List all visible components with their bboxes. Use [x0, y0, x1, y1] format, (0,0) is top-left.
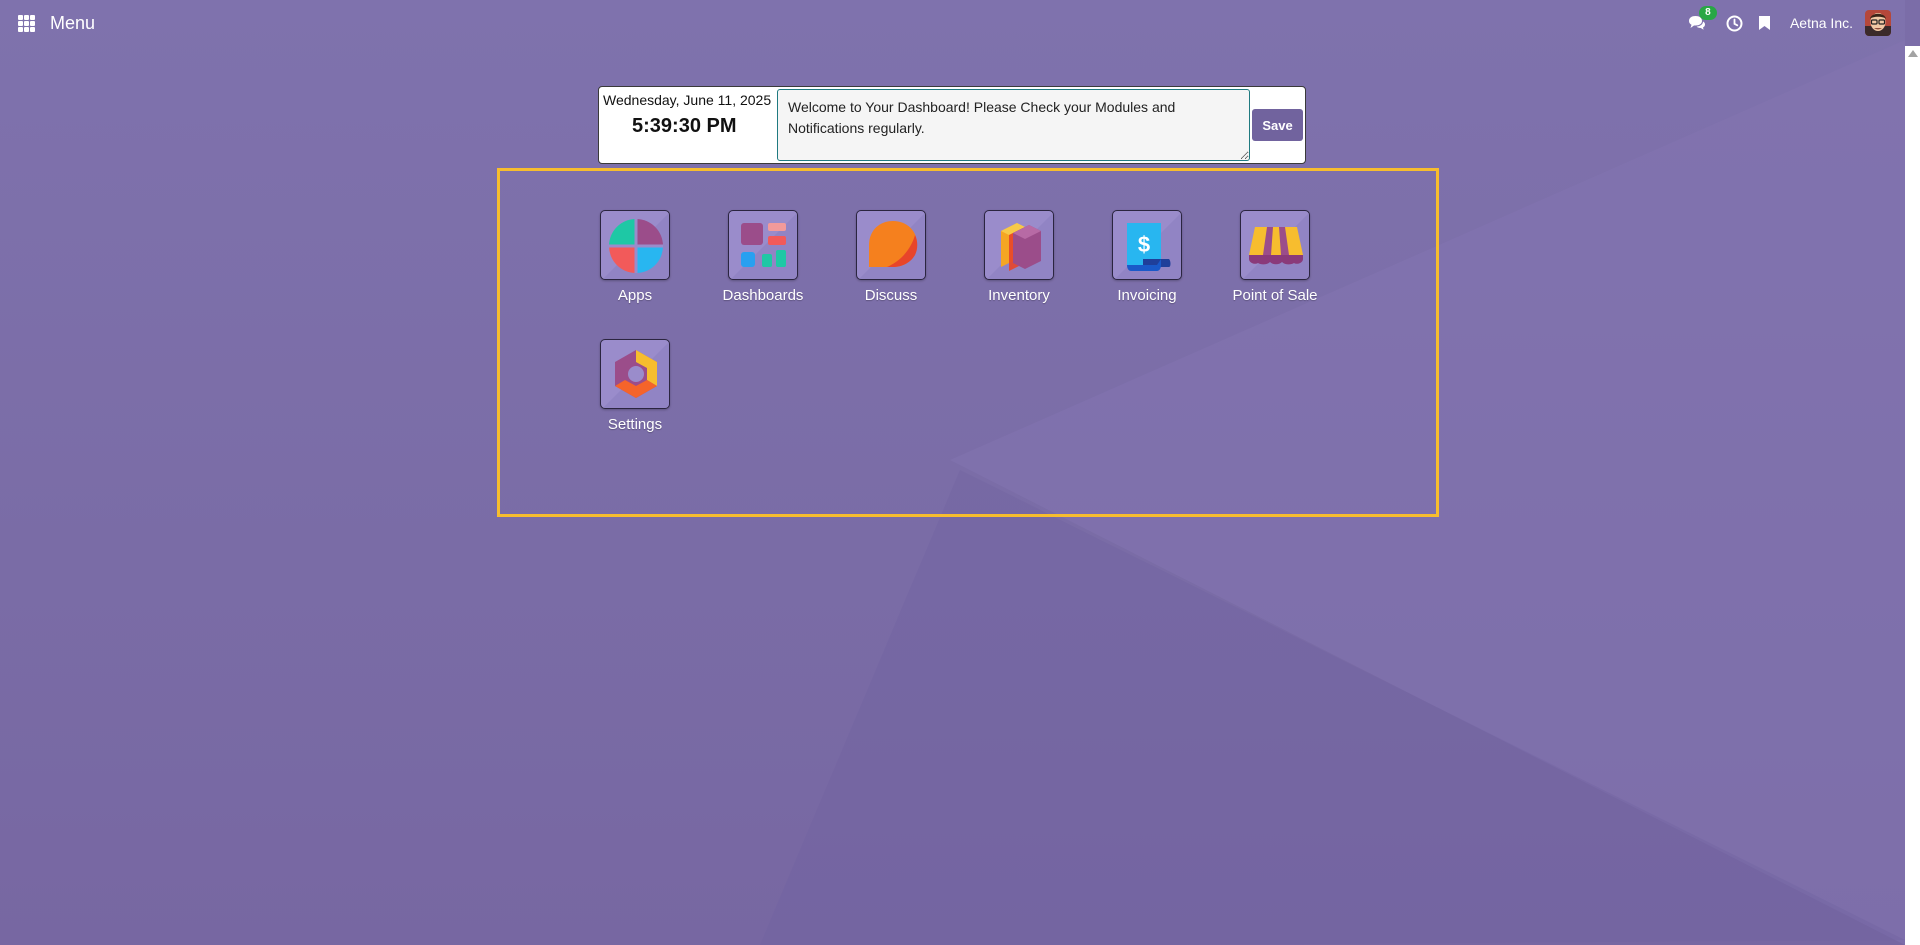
app-tile-dashboards[interactable]: Dashboards — [703, 210, 823, 320]
app-label: Settings — [607, 416, 663, 433]
message-count-badge: 8 — [1698, 6, 1717, 20]
menu-label: Menu — [50, 12, 96, 33]
navbar-systray: 8 Aetna Inc. — [1678, 0, 1891, 46]
app-tile-point-of-sale[interactable]: Point of Sale — [1215, 210, 1335, 320]
clock-icon — [1726, 15, 1743, 31]
top-navbar: Menu 8 Aetna Inc. — [0, 0, 1905, 46]
bookmark-icon — [1759, 16, 1771, 30]
page-scrollbar[interactable] — [1905, 46, 1920, 945]
app-label: Point of Sale — [1232, 287, 1318, 304]
discuss-icon — [856, 210, 926, 280]
scroll-up-arrow-icon[interactable] — [1908, 50, 1918, 57]
messaging-button[interactable]: 8 — [1686, 6, 1717, 34]
app-label: Discuss — [864, 287, 918, 304]
app-label: Invoicing — [1117, 287, 1177, 304]
app-label: Inventory — [988, 287, 1050, 304]
app-tile-inventory[interactable]: Inventory — [959, 210, 1079, 320]
save-note-button[interactable]: Save — [1252, 109, 1303, 141]
app-label: Dashboards — [722, 287, 804, 304]
apps-grid: Apps Dashboards Discuss Inventory $ Invo… — [497, 168, 1439, 517]
avatar-icon — [1865, 10, 1891, 36]
activities-button[interactable] — [1724, 12, 1746, 34]
company-switcher[interactable]: Aetna Inc. — [1790, 15, 1853, 31]
app-tile-settings[interactable]: Settings — [575, 339, 695, 449]
bookmark-button[interactable] — [1754, 12, 1776, 34]
current-time: 5:39:30 PM — [632, 115, 737, 137]
dashboards-icon — [728, 210, 798, 280]
app-tile-discuss[interactable]: Discuss — [831, 210, 951, 320]
point-of-sale-icon — [1240, 210, 1310, 280]
user-avatar[interactable] — [1865, 10, 1891, 36]
menu-toggle-button[interactable]: Menu — [18, 13, 95, 34]
invoicing-icon: $ — [1112, 210, 1182, 280]
dashboard-header-card: Wednesday, June 11, 2025 5:39:30 PM Welc… — [598, 86, 1306, 164]
app-label: Apps — [617, 287, 653, 304]
svg-text:$: $ — [1138, 232, 1150, 257]
dashboard-note-input[interactable]: Welcome to Your Dashboard! Please Check … — [777, 89, 1250, 161]
grid-icon — [18, 14, 35, 32]
app-tile-invoicing[interactable]: $ Invoicing — [1087, 210, 1207, 320]
app-tile-apps[interactable]: Apps — [575, 210, 695, 320]
apps-icon — [600, 210, 670, 280]
current-date: Wednesday, June 11, 2025 — [603, 92, 772, 108]
inventory-icon — [984, 210, 1054, 280]
settings-icon — [600, 339, 670, 409]
